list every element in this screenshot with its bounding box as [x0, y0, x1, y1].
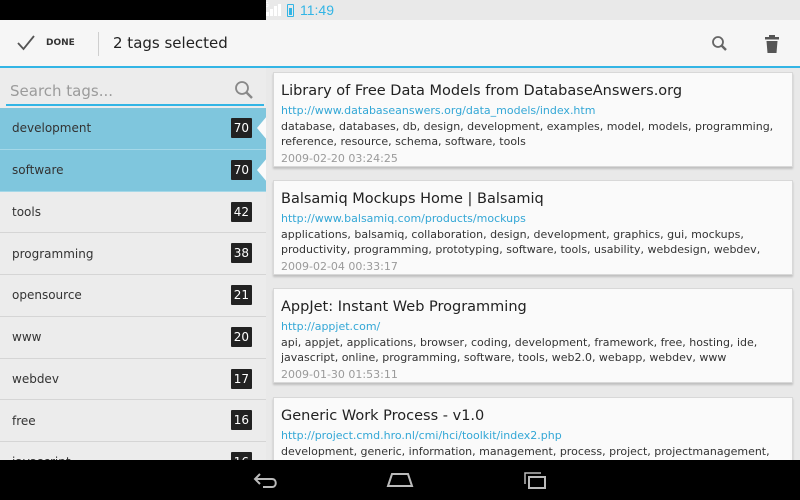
bookmark-date: 2009-02-04 00:33:17 [281, 260, 398, 273]
delete-button[interactable] [760, 32, 784, 56]
battery-icon [287, 3, 294, 17]
status-bar: 3G 11:49 [0, 0, 800, 20]
tag-count-badge: 20 [230, 326, 252, 347]
tag-name: programming [12, 246, 94, 261]
bookmark-title: Balsamiq Mockups Home | Balsamiq [281, 191, 544, 207]
bookmark-tags: database, databases, db, design, develop… [281, 120, 774, 148]
tag-count-badge: 21 [230, 285, 252, 305]
bookmark-tags: development, generic, information, manag… [281, 445, 770, 458]
bookmark-url[interactable]: http://www.databaseanswers.org/data_mode… [281, 103, 785, 118]
tag-count-badge: 16 [230, 452, 252, 460]
action-bar: DONE 2 tags selected [0, 20, 800, 68]
tag-item-development[interactable]: development 70 [0, 108, 266, 150]
tag-item-www[interactable]: www 20 [0, 317, 266, 359]
action-divider [98, 32, 99, 56]
tag-name: opensource [12, 288, 82, 303]
tag-list: development 70 software 70 tools 42 prog… [0, 108, 266, 460]
tag-item-javascript[interactable]: javascript 16 [0, 442, 266, 460]
tag-name: development [12, 121, 92, 136]
bookmark-date: 2009-01-30 01:53:11 [281, 368, 398, 381]
back-icon[interactable] [250, 468, 282, 492]
done-label: DONE [46, 38, 75, 48]
tag-count-badge: 70 [230, 159, 252, 180]
bookmark-title: Generic Work Process - v1.0 [281, 408, 485, 424]
bookmark-list: Library of Free Data Models from Databas… [266, 68, 800, 460]
search-button[interactable] [708, 32, 732, 56]
bookmark-card[interactable]: Generic Work Process - v1.0 http://proje… [273, 397, 793, 460]
bookmark-title: Library of Free Data Models from Databas… [281, 83, 683, 99]
signal-icon: 3G [266, 1, 281, 16]
tag-item-tools[interactable]: tools 42 [0, 192, 266, 234]
tag-item-programming[interactable]: programming 38 [0, 233, 266, 275]
bookmark-url[interactable]: http://www.balsamiq.com/products/mockups [281, 211, 785, 226]
tag-search-box [6, 76, 264, 106]
bookmark-card[interactable]: Balsamiq Mockups Home | Balsamiq http://… [273, 180, 793, 275]
bookmark-url[interactable]: http://project.cmd.hro.nl/cmi/hci/toolki… [281, 428, 785, 443]
selection-title: 2 tags selected [113, 34, 228, 52]
bookmark-date: 2009-02-20 03:24:25 [281, 152, 398, 165]
tag-count-badge: 38 [230, 243, 252, 264]
tag-item-free[interactable]: free 16 [0, 400, 266, 442]
bookmark-url[interactable]: http://appjet.com/ [281, 319, 785, 334]
home-icon[interactable] [384, 468, 416, 492]
tag-count-badge: 42 [230, 201, 252, 222]
search-icon [712, 36, 727, 51]
bookmark-title: AppJet: Instant Web Programming [281, 299, 527, 315]
tag-name: tools [12, 204, 41, 219]
recent-apps-icon[interactable] [519, 468, 551, 492]
tag-count-badge: 17 [230, 368, 252, 389]
clock: 11:49 [300, 2, 334, 18]
trash-icon [765, 35, 779, 53]
tag-item-software[interactable]: software 70 [0, 149, 266, 192]
tag-item-opensource[interactable]: opensource 21 [0, 275, 266, 317]
tag-name: free [12, 413, 36, 428]
tag-search-input[interactable] [10, 80, 230, 102]
tag-name: software [12, 163, 64, 178]
navigation-bar [0, 460, 800, 500]
tag-item-webdev[interactable]: webdev 17 [0, 359, 266, 401]
bookmark-tags: applications, balsamiq, collaboration, d… [281, 228, 761, 256]
tag-count-badge: 70 [230, 118, 252, 138]
bookmark-tags: api, appjet, applications, browser, codi… [281, 336, 758, 364]
tag-count-badge: 16 [230, 410, 252, 431]
bookmark-card[interactable]: Library of Free Data Models from Databas… [273, 72, 793, 167]
bookmark-card[interactable]: AppJet: Instant Web Programming http://a… [273, 288, 793, 383]
tag-name: webdev [12, 371, 59, 386]
search-icon[interactable] [232, 78, 256, 102]
check-icon [17, 35, 35, 51]
tag-panel: development 70 software 70 tools 42 prog… [0, 68, 266, 460]
done-button[interactable]: DONE [0, 20, 98, 66]
tag-name: www [12, 330, 42, 345]
network-type: 3G [266, 1, 269, 9]
